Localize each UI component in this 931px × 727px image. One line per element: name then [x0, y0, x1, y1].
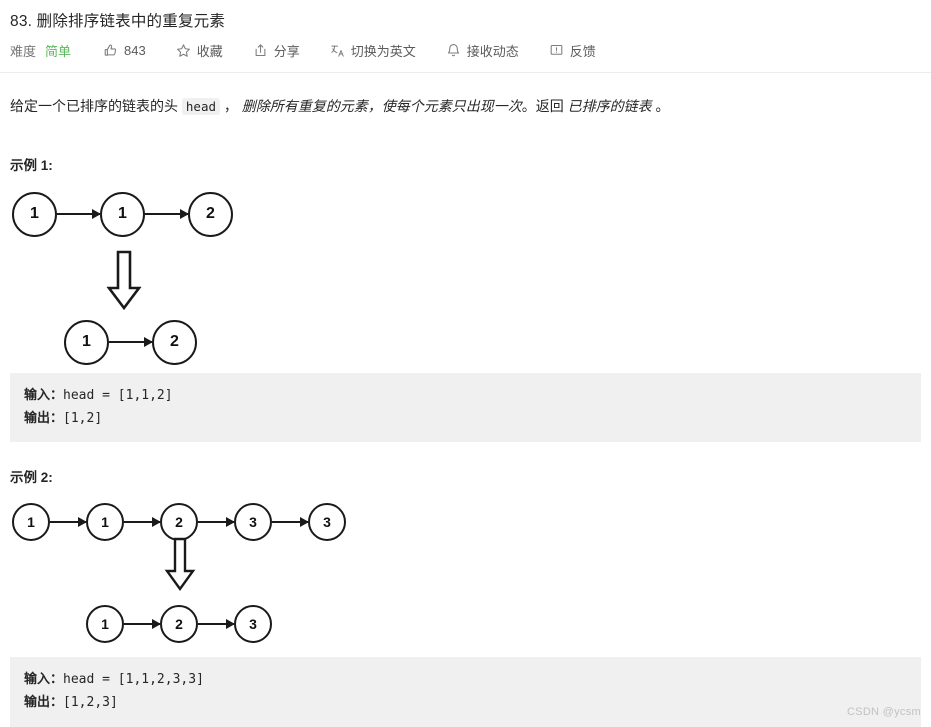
translate-icon [330, 43, 345, 58]
example-2-code-block: 输入：head = [1,1,2,3,3] 输出：[1,2,3] [10, 657, 921, 727]
description-part-3: 。返回 [521, 98, 568, 114]
list-node: 2 [188, 191, 233, 237]
example-2-input-chain: 1 1 2 3 3 [12, 503, 346, 542]
problem-description: 给定一个已排序的链表的头 head ， 删除所有重复的元素，使每个元素只出现一次… [0, 73, 931, 119]
output-label: 输出： [24, 694, 64, 710]
subscribe-label: 接收动态 [466, 44, 519, 59]
input-label: 输入： [24, 671, 64, 687]
star-icon [176, 43, 191, 58]
list-node: 1 [86, 503, 124, 542]
translate-label: 切换为英文 [350, 44, 416, 59]
problem-toolbar: 难度 简单 843 收藏 分享 切换为英文 接收动态 反馈 [0, 31, 931, 73]
example-2-title: 示例 2: [10, 470, 53, 486]
difficulty-label: 难度 [10, 44, 37, 59]
bell-icon [446, 43, 461, 58]
output-value: [1,2] [63, 410, 103, 426]
feedback-icon [549, 43, 564, 58]
list-node: 1 [100, 191, 145, 237]
description-part-1: 给定一个已排序的链表的头 [10, 98, 182, 114]
list-node: 1 [12, 191, 57, 237]
translate-button[interactable]: 切换为英文 [330, 41, 416, 60]
list-node: 1 [86, 605, 124, 644]
favorite-label: 收藏 [196, 44, 223, 59]
list-node: 2 [152, 319, 197, 365]
example-2-output-line: 输出：[1,2,3] [24, 691, 907, 714]
example-1-code-block: 输入：head = [1,1,2] 输出：[1,2] [10, 372, 921, 443]
csdn-watermark: CSDN @ycsm [846, 706, 921, 718]
list-node: 3 [234, 605, 272, 644]
transform-down-arrow [104, 250, 144, 312]
difficulty-group: 难度 简单 [10, 41, 71, 60]
input-label: 输入： [24, 386, 64, 402]
list-node: 2 [160, 605, 198, 644]
link-arrow [50, 521, 86, 524]
example-1-input-chain: 1 1 2 [12, 191, 233, 237]
inline-code-head: head [181, 98, 220, 115]
link-arrow [57, 213, 100, 216]
link-arrow [198, 521, 234, 524]
feedback-label: 反馈 [569, 44, 596, 59]
example-1-figure: 1 1 2 1 2 [0, 191, 931, 367]
example-2-input-line: 输入：head = [1,1,2,3,3] [24, 668, 907, 691]
thumbs-up-icon [103, 43, 118, 58]
link-arrow [124, 521, 160, 524]
link-arrow [109, 341, 152, 344]
description-part-2: ， [220, 98, 242, 114]
page-title: 83. 删除排序链表中的重复元素 [10, 13, 226, 30]
input-value: head = [1,1,2] [63, 387, 173, 403]
link-arrow [198, 623, 234, 626]
list-node: 1 [64, 319, 109, 365]
example-2-output-chain: 1 2 3 [86, 605, 272, 644]
like-button[interactable]: 843 [103, 43, 146, 58]
example-2-figure: 1 1 2 3 3 1 2 3 [0, 503, 931, 653]
example-1-input-line: 输入：head = [1,1,2] [24, 384, 907, 407]
like-count: 843 [124, 43, 146, 58]
favorite-button[interactable]: 收藏 [176, 41, 223, 60]
share-button[interactable]: 分享 [253, 41, 300, 60]
output-label: 输出： [24, 409, 64, 425]
feedback-button[interactable]: 反馈 [549, 41, 596, 60]
example-1-title: 示例 1: [10, 157, 53, 173]
description-italic-1: 删除所有重复的元素，使每个元素只出现一次 [241, 98, 522, 114]
list-node: 3 [234, 503, 272, 542]
description-part-4: 。 [651, 98, 670, 114]
description-italic-2: 已排序的链表 [567, 98, 652, 114]
input-value: head = [1,1,2,3,3] [63, 672, 204, 688]
difficulty-badge: 简单 [45, 44, 72, 59]
share-icon [253, 43, 268, 58]
share-label: 分享 [273, 44, 300, 59]
example-1-output-line: 输出：[1,2] [24, 407, 907, 430]
example-1-output-chain: 1 2 [64, 319, 197, 365]
link-arrow [145, 213, 188, 216]
transform-down-arrow [163, 537, 197, 593]
output-value: [1,2,3] [63, 695, 118, 711]
list-node: 3 [308, 503, 346, 542]
list-node: 1 [12, 503, 50, 542]
link-arrow [272, 521, 308, 524]
list-node: 2 [160, 503, 198, 542]
link-arrow [124, 623, 160, 626]
subscribe-button[interactable]: 接收动态 [446, 41, 519, 60]
